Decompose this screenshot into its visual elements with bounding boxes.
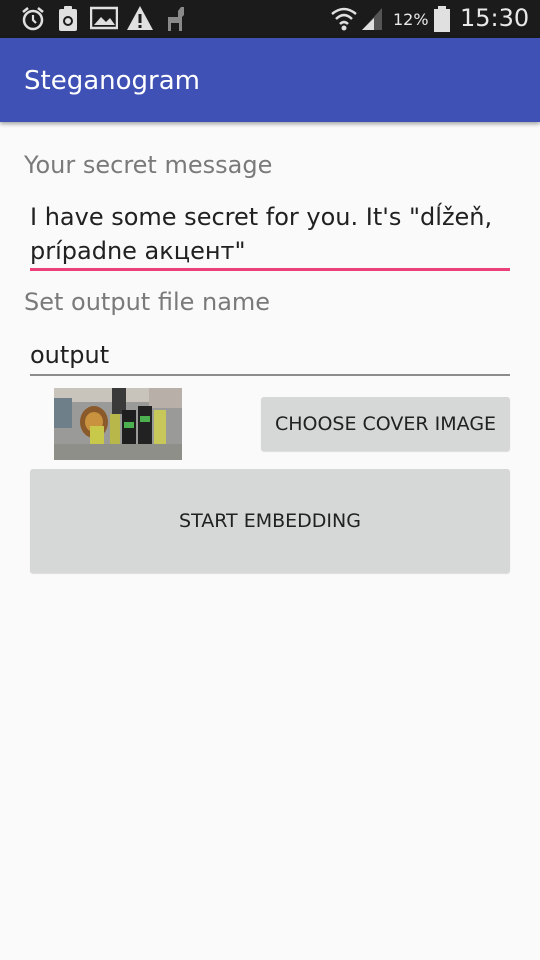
message-input[interactable]: I have some secret for you. It's "dĺžeň,… <box>30 198 510 272</box>
alarm-icon <box>22 7 44 31</box>
app-title: Steganogram <box>24 66 200 96</box>
filename-input[interactable]: output <box>30 336 510 376</box>
filename-underline <box>30 374 510 376</box>
battery-icon <box>434 6 450 32</box>
filename-value: output <box>30 341 110 369</box>
cover-image-thumbnail <box>54 388 182 460</box>
image-icon <box>90 6 118 30</box>
message-underline <box>30 268 510 271</box>
battery-percent: 12% <box>393 10 429 29</box>
choose-cover-image-button[interactable]: CHOOSE COVER IMAGE <box>261 397 510 451</box>
start-embedding-button[interactable]: START EMBEDDING <box>30 469 510 573</box>
warning-icon <box>127 6 153 30</box>
message-line-2: prípadne акцент" <box>30 237 246 265</box>
status-bar: 12% 15:30 <box>0 0 540 38</box>
filename-label: Set output file name <box>24 288 271 316</box>
signal-icon <box>362 8 382 30</box>
message-line-1: I have some secret for you. It's "dĺžeň, <box>30 203 493 231</box>
recycle-icon <box>59 6 77 31</box>
llama-icon <box>168 7 184 31</box>
wifi-icon <box>331 7 357 31</box>
choose-cover-image-label: CHOOSE COVER IMAGE <box>274 413 497 435</box>
message-label: Your secret message <box>24 151 273 179</box>
status-time: 15:30 <box>460 4 530 32</box>
start-embedding-label: START EMBEDDING <box>179 510 361 532</box>
app-bar: Steganogram <box>0 38 540 122</box>
